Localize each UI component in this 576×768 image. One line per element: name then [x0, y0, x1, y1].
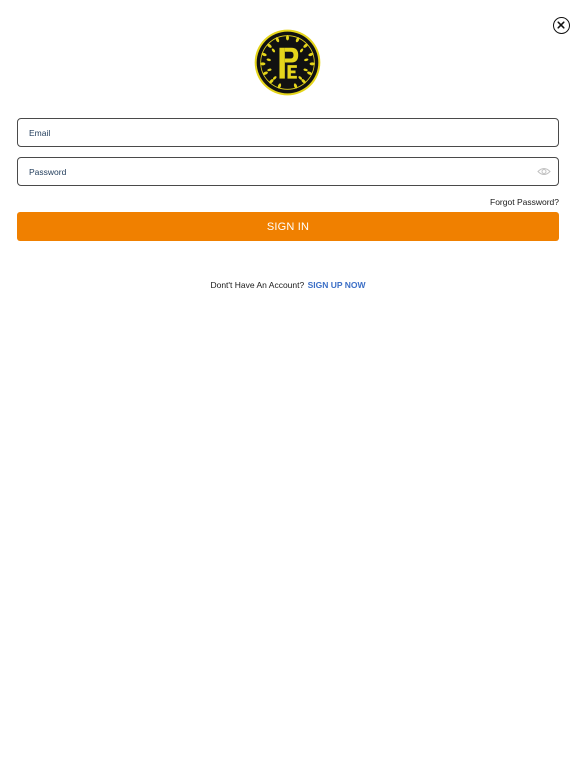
forgot-password-link[interactable]: Forgot Password?	[490, 197, 559, 207]
sign-in-button[interactable]: SIGN IN	[17, 212, 559, 241]
close-icon[interactable]	[553, 17, 570, 34]
email-input[interactable]	[29, 119, 529, 146]
login-screen: Forgot Password? SIGN IN Dont't Have An …	[0, 0, 576, 768]
crest-logo-icon	[254, 29, 321, 96]
signup-prompt-row: Dont't Have An Account? SIGN UP NOW	[0, 280, 576, 290]
email-field[interactable]	[17, 118, 559, 147]
password-input[interactable]	[29, 158, 529, 185]
password-field[interactable]	[17, 157, 559, 186]
signup-prompt-text: Dont't Have An Account?	[210, 280, 305, 290]
sign-up-link[interactable]: SIGN UP NOW	[308, 280, 366, 290]
eye-icon[interactable]	[537, 166, 551, 177]
